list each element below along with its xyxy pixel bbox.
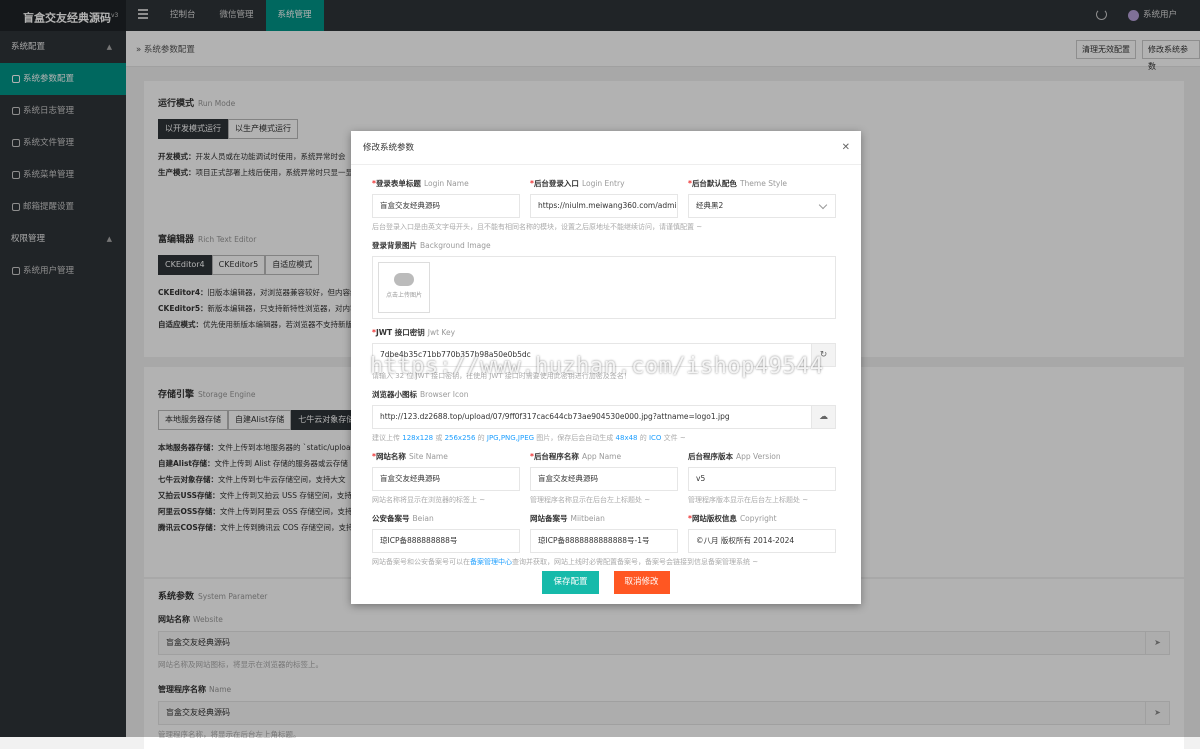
copyright-input[interactable]: ©八月 版权所有 2014-2024 (688, 529, 836, 553)
theme-label: *后台默认配色 Theme Style (688, 179, 788, 188)
close-icon[interactable]: ✕ (842, 131, 850, 165)
bg-upload-box: 点击上传图片 (372, 256, 836, 319)
icon-label: 浏览器小图标 Browser Icon (372, 390, 469, 399)
watermark: https://www.huzhan.com/ishop49544 (370, 354, 824, 379)
beian-input[interactable]: 琼ICP备888888888号 (372, 529, 520, 553)
beian-center-link[interactable]: 备案管理中心 (470, 558, 512, 566)
save-button[interactable]: 保存配置 (542, 571, 599, 594)
site-name-input[interactable]: 盲盒交友经典源码 (372, 467, 520, 491)
login-name-input[interactable]: 盲盒交友经典源码 (372, 194, 520, 218)
login-entry-label: *后台登录入口 Login Entry (530, 179, 625, 188)
upload-cloud-icon (394, 273, 414, 286)
login-entry-help: 后台登录入口是由英文字母开头，且不能有相同名称的模块，设置之后原地址不能继续访问… (372, 223, 703, 231)
beian-label: 公安备案号 Beian (372, 514, 434, 523)
beian-help: 网站备案号和公安备案号可以在备案管理中心查询并获取，网站上线时必需配置备案号，备… (372, 558, 759, 566)
cancel-button[interactable]: 取消修改 (613, 571, 670, 594)
app-version-help: 管理程序版本显示在后台左上标题处 ~ (688, 496, 809, 504)
miitbeian-label: 网站备案号 Miitbeian (530, 514, 605, 523)
copyright-label: *网站版权信息 Copyright (688, 514, 777, 523)
app-name-label: *后台程序名称 App Name (530, 452, 622, 461)
bg-label: 登录背景图片 Background Image (372, 241, 491, 250)
upload-icon[interactable]: ☁ (811, 406, 835, 428)
modal-footer: 保存配置 取消修改 (351, 571, 861, 594)
bg-upload-button[interactable]: 点击上传图片 (378, 262, 430, 313)
site-name-help: 网站名称将显示在浏览器的标签上 ~ (372, 496, 486, 504)
icon-input[interactable]: http://123.dz2688.top/upload/07/9ff0f317… (372, 405, 836, 429)
icon-help: 建议上传 128x128 或 256x256 的 JPG,PNG,JPEG 图片… (372, 434, 686, 442)
modal-header: 修改系统参数 ✕ (351, 131, 861, 165)
app-name-input[interactable]: 盲盒交友经典源码 (530, 467, 678, 491)
app-version-label: 后台程序版本 App Version (688, 452, 781, 461)
login-entry-input[interactable]: https://niulm.meiwang360.com/admin (530, 194, 678, 218)
miitbeian-input[interactable]: 琼ICP备8888888888888号-1号 (530, 529, 678, 553)
jwt-label: *JWT 接口密钥 Jwt Key (372, 328, 456, 337)
theme-select[interactable]: 经典黑2 (688, 194, 836, 218)
login-name-label: *登录表单标题 Login Name (372, 179, 469, 188)
site-name-label: *网站名称 Site Name (372, 452, 448, 461)
app-version-input[interactable]: v5 (688, 467, 836, 491)
app-name-help: 管理程序名称显示在后台左上标题处 ~ (530, 496, 651, 504)
